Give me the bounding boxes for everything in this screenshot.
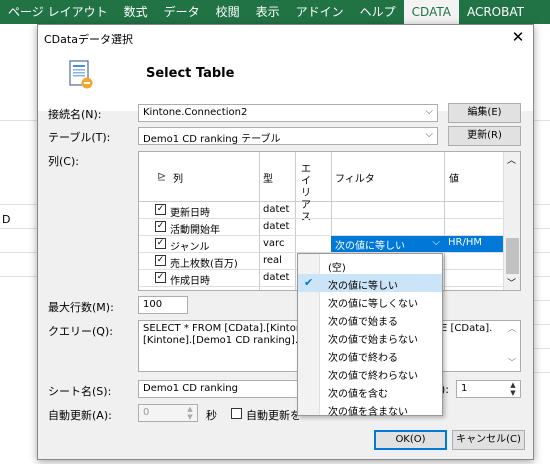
dropdown-option[interactable]: 次の値で終わらない [298,364,442,382]
connection-select[interactable]: Kintone.Connection2 ⌵ [138,104,438,122]
table-value: Demo1 CD ranking テーブル [143,134,281,145]
filter-dropdown-list[interactable]: (空) ✔ 次の値に等しい 次の値に等しくない 次の値で始まる 次の値で始まらない… [297,253,443,418]
dropdown-option[interactable]: 次の値を含まない [298,400,442,418]
query-line-1-tail: E [CData]. [441,323,493,334]
ribbon-tab-help[interactable]: ヘルプ [352,0,404,24]
ribbon-tab-acrobat[interactable]: ACROBAT [459,0,532,24]
chevron-down-icon: ⌵ [425,129,433,140]
ribbon-tab-formulas[interactable]: 数式 [116,0,156,24]
grid-header-value: 値 [449,174,459,185]
row-checkbox[interactable]: ✓ [155,238,166,249]
document-table-icon [69,60,93,89]
scroll-down-icon[interactable]: ﹀ [508,357,516,369]
header-title: Select Table [146,66,235,81]
query-label: クエリー(Q): [48,325,113,338]
scroll-down-icon[interactable]: ﹀ [507,276,516,289]
scroll-up-icon[interactable]: ︿ [507,153,516,166]
grid-scrollbar[interactable]: ︿ ﹀ [503,152,520,290]
table-row[interactable]: ✓ ジャンル varc 次の値に等しい ⌵ HR/HM [139,236,503,253]
ok-button[interactable]: OK(O) [374,430,447,450]
grid-header-column: 列 [173,174,183,185]
column-name: 売上枚数(百万) [170,259,238,270]
seconds-unit: 秒 [206,409,217,422]
dropdown-option[interactable]: (空) [298,256,442,274]
column-type: real [263,255,282,266]
grid-header-row: ⊵ 列 型 エイリアス フィルタ 値 [139,152,503,223]
ribbon-tab-view[interactable]: 表示 [248,0,288,24]
column-header-d: D [2,213,11,226]
connection-value: Kintone.Connection2 [143,107,248,118]
dropdown-option[interactable]: 次の値で終わる [298,346,442,364]
sheet-name-label: シート名(S): [48,385,112,398]
row-checkbox[interactable]: ✓ [155,255,166,266]
filter-value-input[interactable]: HR/HM [444,236,503,252]
excel-ribbon: ページ レイアウト 数式 データ 校閲 表示 アドイン ヘルプ CDATA AC… [0,0,550,24]
select-all-check-icon[interactable]: ⊵ [157,170,166,183]
ribbon-tab-data[interactable]: データ [156,0,208,24]
column-type: datet [263,221,290,232]
dialog-titlebar: CDataデータ選択 ✕ [38,25,533,51]
dialog-title: CDataデータ選択 [44,33,133,46]
column-name: 更新日時 [170,208,210,219]
max-rows-input[interactable]: 100 [138,296,188,314]
filter-select[interactable]: 次の値に等しい ⌵ [331,236,444,252]
sheet-name-input[interactable]: Demo1 CD ranking [138,380,298,398]
column-name: 作成日時 [170,276,210,287]
columns-label: 列(C): [48,155,79,168]
row-checkbox[interactable]: ✓ [155,221,166,232]
start-row-value: 1 [461,383,468,394]
dialog-header: Select Table [38,51,533,111]
start-row-input[interactable]: 1 ▲ ▼ [456,380,521,398]
column-name: ジャンル [170,242,210,253]
grid-header-type: 型 [263,174,273,185]
auto-update-value: 0 [143,407,150,418]
table-label: テーブル(T): [48,131,111,144]
scroll-up-icon[interactable]: ︿ [508,323,516,335]
column-type: datet [263,272,290,283]
filter-value: 次の値に等しい [335,241,405,252]
spinner-icon[interactable]: ▲ ▼ [507,381,519,397]
dropdown-option[interactable]: 次の値で始まる [298,310,442,328]
table-row[interactable]: ✓ 活動開始年 datet [139,219,503,236]
row-checkbox[interactable]: ✓ [155,272,166,283]
auto-update-input[interactable]: 0 ▲ ▼ [138,404,198,422]
column-type: datet [263,204,290,215]
auto-update-checkbox[interactable] [231,408,242,419]
close-icon[interactable]: ✕ [509,28,527,46]
dropdown-option[interactable]: 次の値を含む [298,382,442,400]
ribbon-tab-cdata[interactable]: CDATA [403,0,459,24]
select-table-dialog: CDataデータ選択 ✕ Select Table 接続名(N): Kinton… [37,24,534,460]
chevron-down-icon: ⌵ [432,237,440,248]
grid-header-filter: フィルタ [335,174,375,185]
dropdown-option-selected[interactable]: ✔ 次の値に等しい [298,274,442,292]
spinner-icon[interactable]: ▲ ▼ [184,405,196,421]
row-checkbox[interactable]: ✓ [155,204,166,215]
dropdown-option[interactable]: 次の値に等しくない [298,292,442,310]
ribbon-tab-page-layout[interactable]: ページ レイアウト [0,0,116,24]
chevron-down-icon: ⌵ [425,106,433,117]
auto-update-label: 自動更新(A): [48,409,112,422]
table-row[interactable]: ✓ 更新日時 datet [139,202,503,219]
table-select[interactable]: Demo1 CD ranking テーブル ⌵ [138,127,438,145]
connection-label: 接続名(N): [48,108,102,121]
refresh-button[interactable]: 更新(R) [448,126,521,146]
column-name: 活動開始年 [170,225,220,236]
auto-update-checkbox-label: 自動更新を [246,409,301,422]
column-type: varc [263,238,285,249]
ribbon-tab-review[interactable]: 校閲 [208,0,248,24]
ribbon-tab-addins[interactable]: アドイン [288,0,352,24]
scroll-thumb[interactable] [506,238,519,274]
dropdown-option[interactable]: 次の値で始まらない [298,328,442,346]
max-rows-label: 最大行数(M): [48,301,114,314]
cancel-button[interactable]: キャンセル(C) [452,430,525,450]
edit-button[interactable]: 編集(E) [448,103,521,123]
check-icon: ✔ [304,276,314,289]
